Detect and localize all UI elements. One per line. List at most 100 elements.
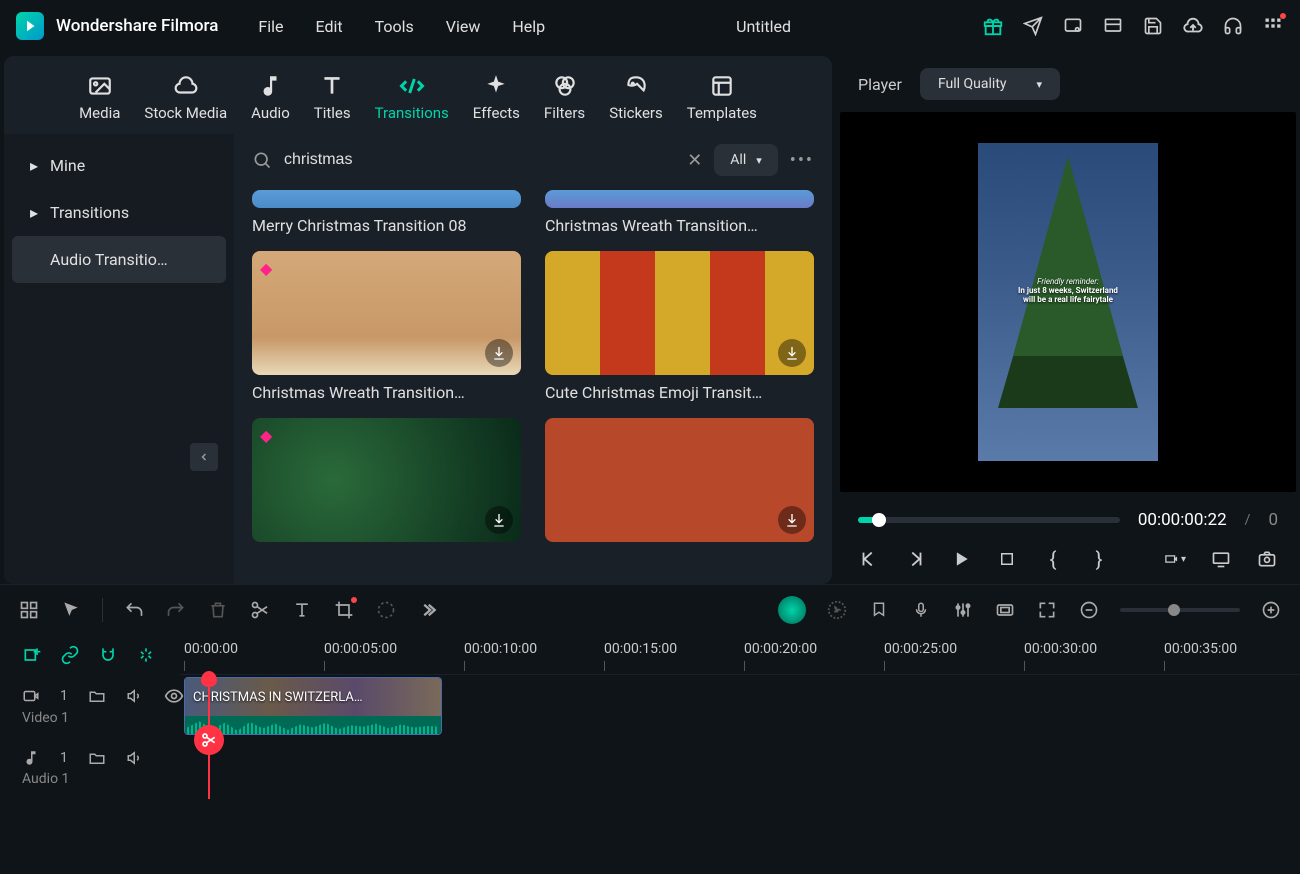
tab-templates[interactable]: Templates xyxy=(687,72,757,134)
menu-view[interactable]: View xyxy=(446,17,481,36)
clear-search-button[interactable]: ✕ xyxy=(687,150,702,171)
gift-icon[interactable] xyxy=(982,15,1004,37)
preview-caption: Friendly reminder: In just 8 weeks, Swit… xyxy=(986,277,1150,304)
more-tools-button[interactable] xyxy=(417,599,439,621)
volume-icon[interactable] xyxy=(126,749,144,767)
folder-icon[interactable] xyxy=(88,749,106,767)
tab-audio[interactable]: Audio xyxy=(251,72,290,134)
more-options-button[interactable]: ••• xyxy=(790,150,814,171)
sidebar-item-mine[interactable]: ▸ Mine xyxy=(12,142,226,189)
quality-dropdown[interactable]: Full Quality ▾ xyxy=(920,68,1060,100)
magnet-button[interactable] xyxy=(98,645,118,665)
preview-viewport[interactable]: Friendly reminder: In just 8 weeks, Swit… xyxy=(840,112,1296,492)
tracks-area: CHRISTMAS IN SWITZERLA… xyxy=(180,675,1300,799)
zoom-out-button[interactable] xyxy=(1078,599,1100,621)
add-track-button[interactable] xyxy=(22,645,42,665)
video-clip[interactable]: CHRISTMAS IN SWITZERLA… xyxy=(184,677,442,735)
transition-card[interactable]: ◆ Christmas Wreath Transition… xyxy=(252,251,521,402)
auto-ripple-button[interactable] xyxy=(136,645,156,665)
timeline-tracks[interactable]: 00:00:00 00:00:05:00 00:00:10:00 00:00:1… xyxy=(180,635,1300,874)
progress-thumb[interactable] xyxy=(872,513,886,527)
playhead[interactable] xyxy=(208,675,210,799)
menu-file[interactable]: File xyxy=(258,17,283,36)
library-panel: Media Stock Media Audio Titles Transitio… xyxy=(4,56,832,584)
link-button[interactable] xyxy=(60,645,80,665)
grid-tool-button[interactable] xyxy=(18,599,40,621)
zoom-in-button[interactable] xyxy=(1260,599,1282,621)
playhead-handle[interactable] xyxy=(201,671,217,687)
folder-icon[interactable] xyxy=(88,687,106,705)
select-tool-button[interactable] xyxy=(60,599,82,621)
sidebar-item-audio-transitions[interactable]: Audio Transitio… xyxy=(12,236,226,283)
message-icon[interactable] xyxy=(1062,15,1084,37)
collapse-sidebar-button[interactable] xyxy=(190,443,218,471)
mark-in-button[interactable]: { xyxy=(1042,548,1064,570)
transition-card[interactable]: Merry Christmas Transition 08 xyxy=(252,190,521,235)
player-header: Player Full Quality ▾ xyxy=(840,56,1296,112)
download-icon[interactable] xyxy=(485,339,513,367)
step-back-button[interactable] xyxy=(858,548,880,570)
tab-transitions[interactable]: Transitions xyxy=(375,72,449,134)
crop-button[interactable] xyxy=(333,599,355,621)
fullscreen-button[interactable] xyxy=(1210,548,1232,570)
download-icon[interactable] xyxy=(778,339,806,367)
zoom-thumb[interactable] xyxy=(1168,604,1180,616)
render-button[interactable] xyxy=(826,599,848,621)
tab-effects[interactable]: Effects xyxy=(473,72,520,134)
volume-icon[interactable] xyxy=(126,687,144,705)
download-icon[interactable] xyxy=(485,506,513,534)
results-grid[interactable]: Merry Christmas Transition 08 Christmas … xyxy=(234,186,832,584)
menu-edit[interactable]: Edit xyxy=(316,17,343,36)
undo-button[interactable] xyxy=(123,599,145,621)
layout-icon[interactable] xyxy=(1102,15,1124,37)
tab-stock-media[interactable]: Stock Media xyxy=(144,72,227,134)
transition-card[interactable]: Cute Christmas Emoji Transit… xyxy=(545,251,814,402)
audio-track[interactable] xyxy=(180,737,1300,799)
save-icon[interactable] xyxy=(1142,15,1164,37)
split-button[interactable] xyxy=(249,599,271,621)
tab-label: Templates xyxy=(687,104,757,122)
tab-media[interactable]: Media xyxy=(79,72,120,134)
playhead-cut-button[interactable] xyxy=(194,725,224,755)
filter-dropdown[interactable]: All ▾ xyxy=(714,144,777,176)
play-button[interactable] xyxy=(950,548,972,570)
sidebar-item-label: Transitions xyxy=(50,203,129,222)
zoom-slider[interactable] xyxy=(1120,608,1240,612)
send-icon[interactable] xyxy=(1022,15,1044,37)
tab-stickers[interactable]: Stickers xyxy=(609,72,663,134)
cloud-icon[interactable] xyxy=(1182,15,1204,37)
audio-track-header[interactable]: 1 Audio 1 xyxy=(0,737,180,799)
mark-out-button[interactable]: } xyxy=(1088,548,1110,570)
step-forward-button[interactable] xyxy=(904,548,926,570)
transition-card[interactable] xyxy=(545,418,814,542)
transition-card[interactable]: Christmas Wreath Transition… xyxy=(545,190,814,235)
ai-button[interactable] xyxy=(778,596,806,624)
redo-button[interactable] xyxy=(165,599,187,621)
video-track[interactable]: CHRISTMAS IN SWITZERLA… xyxy=(180,675,1300,737)
search-input[interactable] xyxy=(284,151,675,169)
color-button[interactable] xyxy=(375,599,397,621)
player-settings-button[interactable]: ▾ xyxy=(1164,548,1186,570)
text-tool-button[interactable] xyxy=(291,599,313,621)
progress-slider[interactable] xyxy=(858,517,1120,523)
menu-tools[interactable]: Tools xyxy=(375,17,414,36)
sidebar-item-transitions[interactable]: ▸ Transitions xyxy=(12,189,226,236)
mixer-button[interactable] xyxy=(952,599,974,621)
marker-button[interactable] xyxy=(868,599,890,621)
tab-filters[interactable]: Filters xyxy=(544,72,585,134)
time-ruler[interactable]: 00:00:00 00:00:05:00 00:00:10:00 00:00:1… xyxy=(180,635,1300,675)
tab-titles[interactable]: Titles xyxy=(314,72,351,134)
menu-help[interactable]: Help xyxy=(512,17,545,36)
mic-button[interactable] xyxy=(910,599,932,621)
stop-button[interactable] xyxy=(996,548,1018,570)
adjust-button[interactable] xyxy=(994,599,1016,621)
track-headers: 1 Video 1 1 Audio 1 xyxy=(0,635,180,874)
transition-card[interactable]: ◆ xyxy=(252,418,521,542)
fit-button[interactable] xyxy=(1036,599,1058,621)
snapshot-button[interactable] xyxy=(1256,548,1278,570)
download-icon[interactable] xyxy=(778,506,806,534)
apps-icon[interactable] xyxy=(1262,15,1284,37)
video-track-header[interactable]: 1 Video 1 xyxy=(0,675,180,737)
headphones-icon[interactable] xyxy=(1222,15,1244,37)
delete-button[interactable] xyxy=(207,599,229,621)
